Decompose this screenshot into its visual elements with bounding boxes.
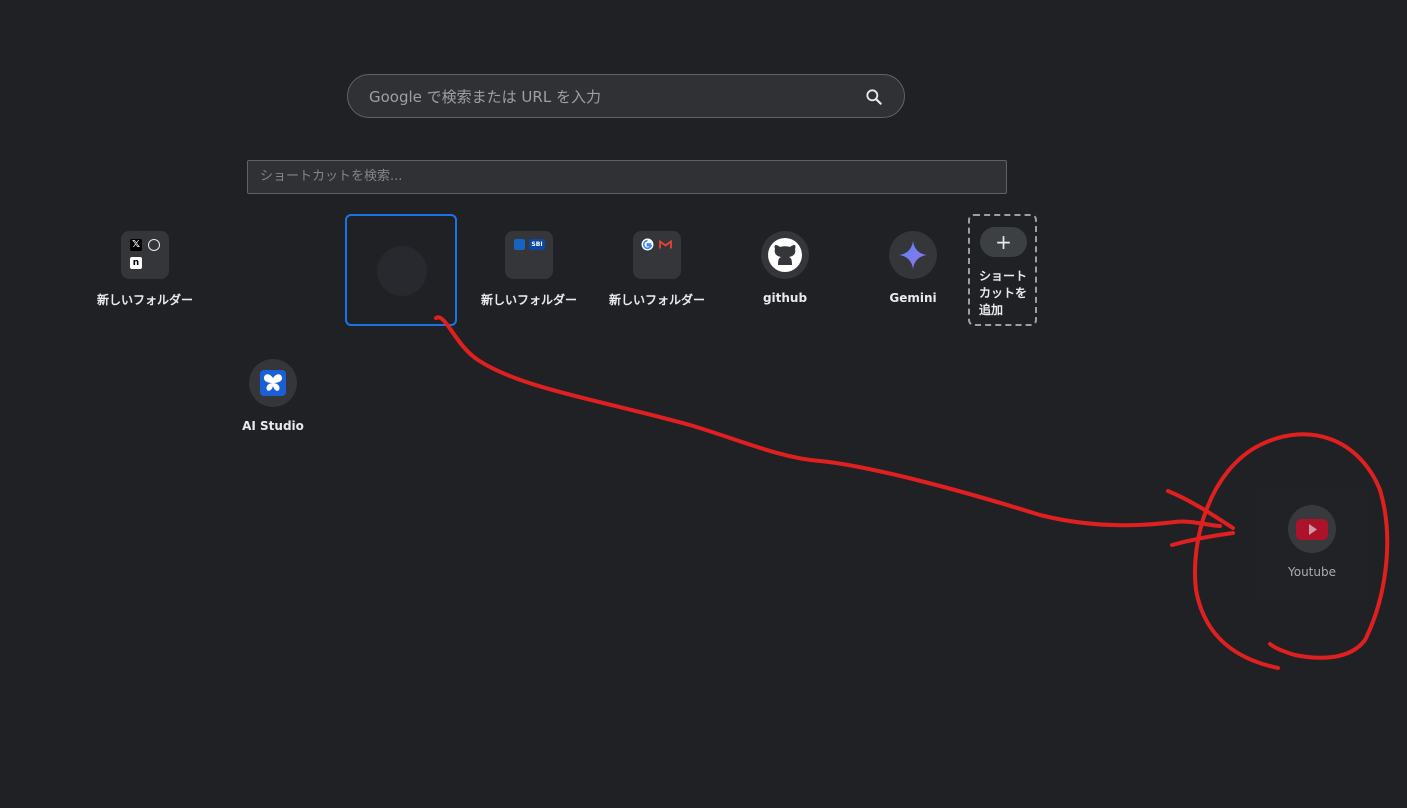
shortcut-folder-2[interactable]: SBI 新しいフォルダー (473, 214, 585, 326)
folder-icon (633, 231, 681, 279)
shortcut-gemini[interactable]: Gemini (857, 214, 969, 326)
shortcut-label: Gemini (889, 291, 937, 305)
sbi-icon: SBI (529, 239, 545, 250)
gemini-icon (889, 231, 937, 279)
add-shortcut-button[interactable]: + ショートカットを追加 (968, 214, 1037, 326)
app-icon (514, 239, 525, 250)
plus-icon: + (980, 227, 1027, 257)
shortcut-folder-1[interactable]: 𝕏 n 新しいフォルダー (89, 214, 201, 326)
shortcut-label: 新しいフォルダー (480, 293, 577, 307)
search-placeholder: Google で検索または URL を入力 (369, 88, 601, 106)
search-icon[interactable] (864, 87, 884, 107)
openai-icon (148, 239, 160, 251)
ai-studio-icon (249, 359, 297, 407)
shortcut-label: 新しいフォルダー (96, 293, 193, 307)
folder-icon: SBI (505, 231, 553, 279)
shortcut-ai-studio[interactable]: AI Studio (217, 342, 329, 454)
shortcut-label: github (762, 291, 808, 305)
note-icon: n (130, 257, 142, 269)
youtube-icon (1288, 505, 1336, 553)
shortcut-folder-3[interactable]: 新しいフォルダー (601, 214, 713, 326)
new-tab-page: Google で検索または URL を入力 ショートカットを検索... 𝕏 n … (0, 0, 1407, 808)
google-search-box[interactable]: Google で検索または URL を入力 (347, 74, 905, 118)
shortcut-search-input[interactable]: ショートカットを検索... (247, 160, 1007, 194)
x-logo-icon: 𝕏 (130, 239, 142, 251)
github-icon (761, 231, 809, 279)
placeholder-circle (377, 246, 427, 296)
shortcut-github[interactable]: github (729, 214, 841, 326)
folder-icon: 𝕏 n (121, 231, 169, 279)
gmail-icon (659, 239, 672, 249)
add-shortcut-label: ショートカットを追加 (979, 269, 1028, 317)
drop-target-placeholder (345, 214, 457, 326)
dragging-shortcut-youtube[interactable]: Youtube (1256, 488, 1368, 600)
annotation-arrowhead-upper (1166, 489, 1235, 530)
annotation-arrowhead-lower (1170, 531, 1235, 547)
google-icon (641, 238, 654, 251)
shortcut-label: Youtube (1288, 565, 1336, 579)
shortcut-label: AI Studio (242, 419, 304, 433)
annotation-overlay (434, 315, 1390, 670)
shortcut-search-placeholder: ショートカットを検索... (260, 169, 403, 184)
shortcut-label: 新しいフォルダー (608, 293, 705, 307)
annotation-arrow-path (434, 315, 1222, 528)
